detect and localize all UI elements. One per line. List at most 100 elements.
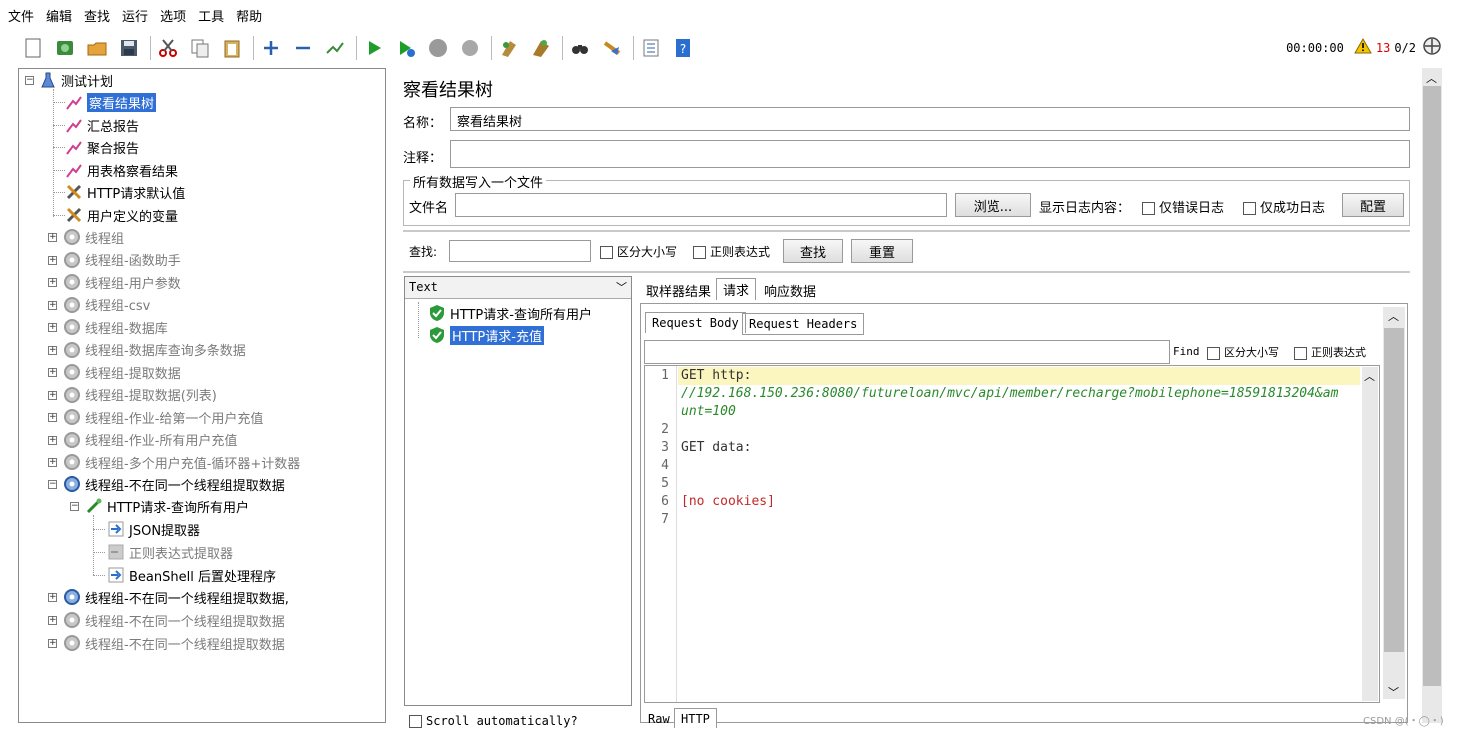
tree-node-thread-group[interactable]: 线程组-多个用户充值-循环器+计数器: [63, 451, 300, 473]
expand-toggle[interactable]: +: [48, 413, 57, 422]
reset-search-icon[interactable]: [601, 37, 623, 59]
save-icon[interactable]: [118, 37, 140, 59]
find-input[interactable]: [644, 340, 1170, 364]
case-sensitive-checkbox[interactable]: 区分大小写: [600, 243, 677, 260]
tree-node-thread-group[interactable]: 线程组-数据库: [63, 316, 168, 338]
clear-icon[interactable]: [498, 37, 520, 59]
tree-node-beanshell[interactable]: BeanShell 后置处理程序: [107, 564, 276, 586]
new-icon[interactable]: [22, 37, 44, 59]
tree-node-table-results[interactable]: 用表格察看结果: [65, 159, 178, 181]
expand-toggle[interactable]: +: [48, 458, 57, 467]
scroll-auto-checkbox[interactable]: Scroll automatically?: [409, 714, 578, 728]
cut-icon[interactable]: [157, 37, 179, 59]
browse-button[interactable]: 浏览...: [955, 193, 1031, 217]
search-input[interactable]: [449, 240, 591, 262]
tree-node-view-results-tree[interactable]: 察看结果树: [65, 91, 157, 113]
tree-node-json-extractor[interactable]: JSON提取器: [107, 518, 200, 540]
menu-edit[interactable]: 编辑: [46, 6, 72, 25]
editor-scrollbar[interactable]: [1362, 367, 1378, 701]
split-divider[interactable]: [403, 230, 1410, 232]
expand-toggle[interactable]: +: [48, 368, 57, 377]
collapse-toggle[interactable]: −: [25, 76, 34, 85]
collapse-toggle[interactable]: −: [48, 480, 57, 489]
expand-toggle[interactable]: +: [48, 639, 57, 648]
split-divider[interactable]: [403, 271, 1410, 273]
renderer-select[interactable]: Text ﹀: [405, 277, 631, 299]
menu-run[interactable]: 运行: [122, 6, 148, 25]
tree-node-user-variables[interactable]: 用户定义的变量: [65, 204, 178, 226]
tree-node-regex-extractor[interactable]: 正则表达式提取器: [107, 541, 233, 563]
request-body-editor[interactable]: 1 GET http: //192.168.150.236:8080/futurel…: [644, 365, 1380, 703]
tree-node-thread-group[interactable]: 线程组-作业-给第一个用户充值: [63, 406, 263, 428]
expand-toggle[interactable]: +: [48, 593, 57, 602]
tree-node-http-defaults[interactable]: HTTP请求默认值: [65, 181, 185, 203]
collapse-toggle[interactable]: −: [70, 502, 79, 511]
tree-node-http-request[interactable]: HTTP请求-查询所有用户: [85, 495, 249, 517]
tree-node-thread-group-expanded[interactable]: 线程组-不在同一个线程组提取数据: [63, 473, 285, 495]
tree-node-aggregate-report[interactable]: 聚合报告: [65, 136, 139, 158]
tab-request-body[interactable]: Request Body: [645, 312, 746, 333]
chevron-up-icon[interactable]: ︿: [1388, 308, 1399, 324]
chevron-down-icon[interactable]: ﹀: [1388, 684, 1399, 700]
expand-toggle[interactable]: +: [48, 435, 57, 445]
clear-all-icon[interactable]: [530, 37, 552, 59]
menu-tools[interactable]: 工具: [198, 6, 224, 25]
expand-toggle[interactable]: +: [48, 300, 57, 310]
remote-engine-icon[interactable]: [1422, 36, 1442, 59]
tree-node-thread-group[interactable]: 线程组-提取数据: [63, 361, 181, 383]
expand-toggle[interactable]: +: [48, 616, 57, 625]
regex-checkbox[interactable]: 正则表达式: [693, 243, 770, 260]
tree-node-thread-group[interactable]: 线程组-csv: [63, 294, 150, 316]
main-scrollbar-thumb[interactable]: [1423, 86, 1441, 686]
toggle-icon[interactable]: [324, 37, 346, 59]
tab-sampler-result[interactable]: 取样器结果: [639, 279, 718, 301]
request-scrollbar-thumb[interactable]: [1384, 328, 1404, 652]
start-no-pauses-icon[interactable]: [395, 37, 417, 59]
tree-node-thread-group[interactable]: 线程组-数据库查询多条数据: [63, 339, 246, 361]
search-icon[interactable]: [569, 37, 591, 59]
tree-node-thread-group[interactable]: 线程组-不在同一个线程组提取数据,: [63, 586, 289, 608]
collapse-icon[interactable]: [292, 37, 314, 59]
result-item-selected[interactable]: HTTP请求-充值: [428, 324, 544, 346]
paste-icon[interactable]: [221, 37, 243, 59]
expand-toggle[interactable]: +: [48, 390, 57, 400]
stop-icon[interactable]: [427, 37, 449, 59]
errors-only-checkbox[interactable]: 仅错误日志: [1142, 197, 1224, 216]
help-icon[interactable]: ?: [672, 37, 694, 59]
result-item[interactable]: HTTP请求-查询所有用户: [428, 302, 592, 324]
tab-http[interactable]: HTTP: [674, 708, 717, 728]
templates-icon[interactable]: [54, 37, 76, 59]
expand-toggle[interactable]: +: [48, 278, 57, 287]
tree-node-thread-group[interactable]: 线程组-函数助手: [63, 249, 181, 271]
find-case-checkbox[interactable]: 区分大小写: [1207, 344, 1279, 360]
tree-node-thread-group[interactable]: 线程组-不在同一个线程组提取数据: [63, 632, 285, 654]
find-regex-checkbox[interactable]: 正则表达式: [1294, 344, 1366, 360]
configure-button[interactable]: 配置: [1342, 193, 1404, 217]
menu-file[interactable]: 文件: [8, 6, 34, 25]
menu-search[interactable]: 查找: [84, 6, 110, 25]
tree-node-test-plan[interactable]: 测试计划: [39, 69, 113, 91]
expand-toggle[interactable]: +: [48, 323, 57, 332]
find-button[interactable]: 查找: [783, 239, 843, 263]
start-icon[interactable]: [363, 37, 385, 59]
expand-toggle[interactable]: +: [48, 255, 57, 265]
filename-field[interactable]: [455, 193, 947, 217]
expand-toggle[interactable]: +: [48, 233, 57, 242]
tab-raw[interactable]: Raw: [641, 709, 677, 729]
tree-node-thread-group[interactable]: 线程组: [63, 226, 124, 248]
chevron-up-icon[interactable]: ︿: [1426, 70, 1437, 86]
shutdown-icon[interactable]: [459, 37, 481, 59]
chevron-up-icon[interactable]: ︿: [1364, 368, 1375, 384]
tree-node-thread-group[interactable]: 线程组-不在同一个线程组提取数据: [63, 609, 285, 631]
expand-toggle[interactable]: +: [48, 345, 57, 355]
menu-help[interactable]: 帮助: [236, 6, 262, 25]
tab-request[interactable]: 请求: [716, 278, 757, 300]
open-icon[interactable]: [86, 37, 108, 59]
copy-icon[interactable]: [189, 37, 211, 59]
comment-field[interactable]: [450, 140, 1410, 168]
tree-node-summary-report[interactable]: 汇总报告: [65, 114, 139, 136]
tab-response-data[interactable]: 响应数据: [757, 279, 823, 301]
success-only-checkbox[interactable]: 仅成功日志: [1243, 197, 1325, 216]
reset-button[interactable]: 重置: [851, 239, 913, 263]
menu-options[interactable]: 选项: [160, 6, 186, 25]
